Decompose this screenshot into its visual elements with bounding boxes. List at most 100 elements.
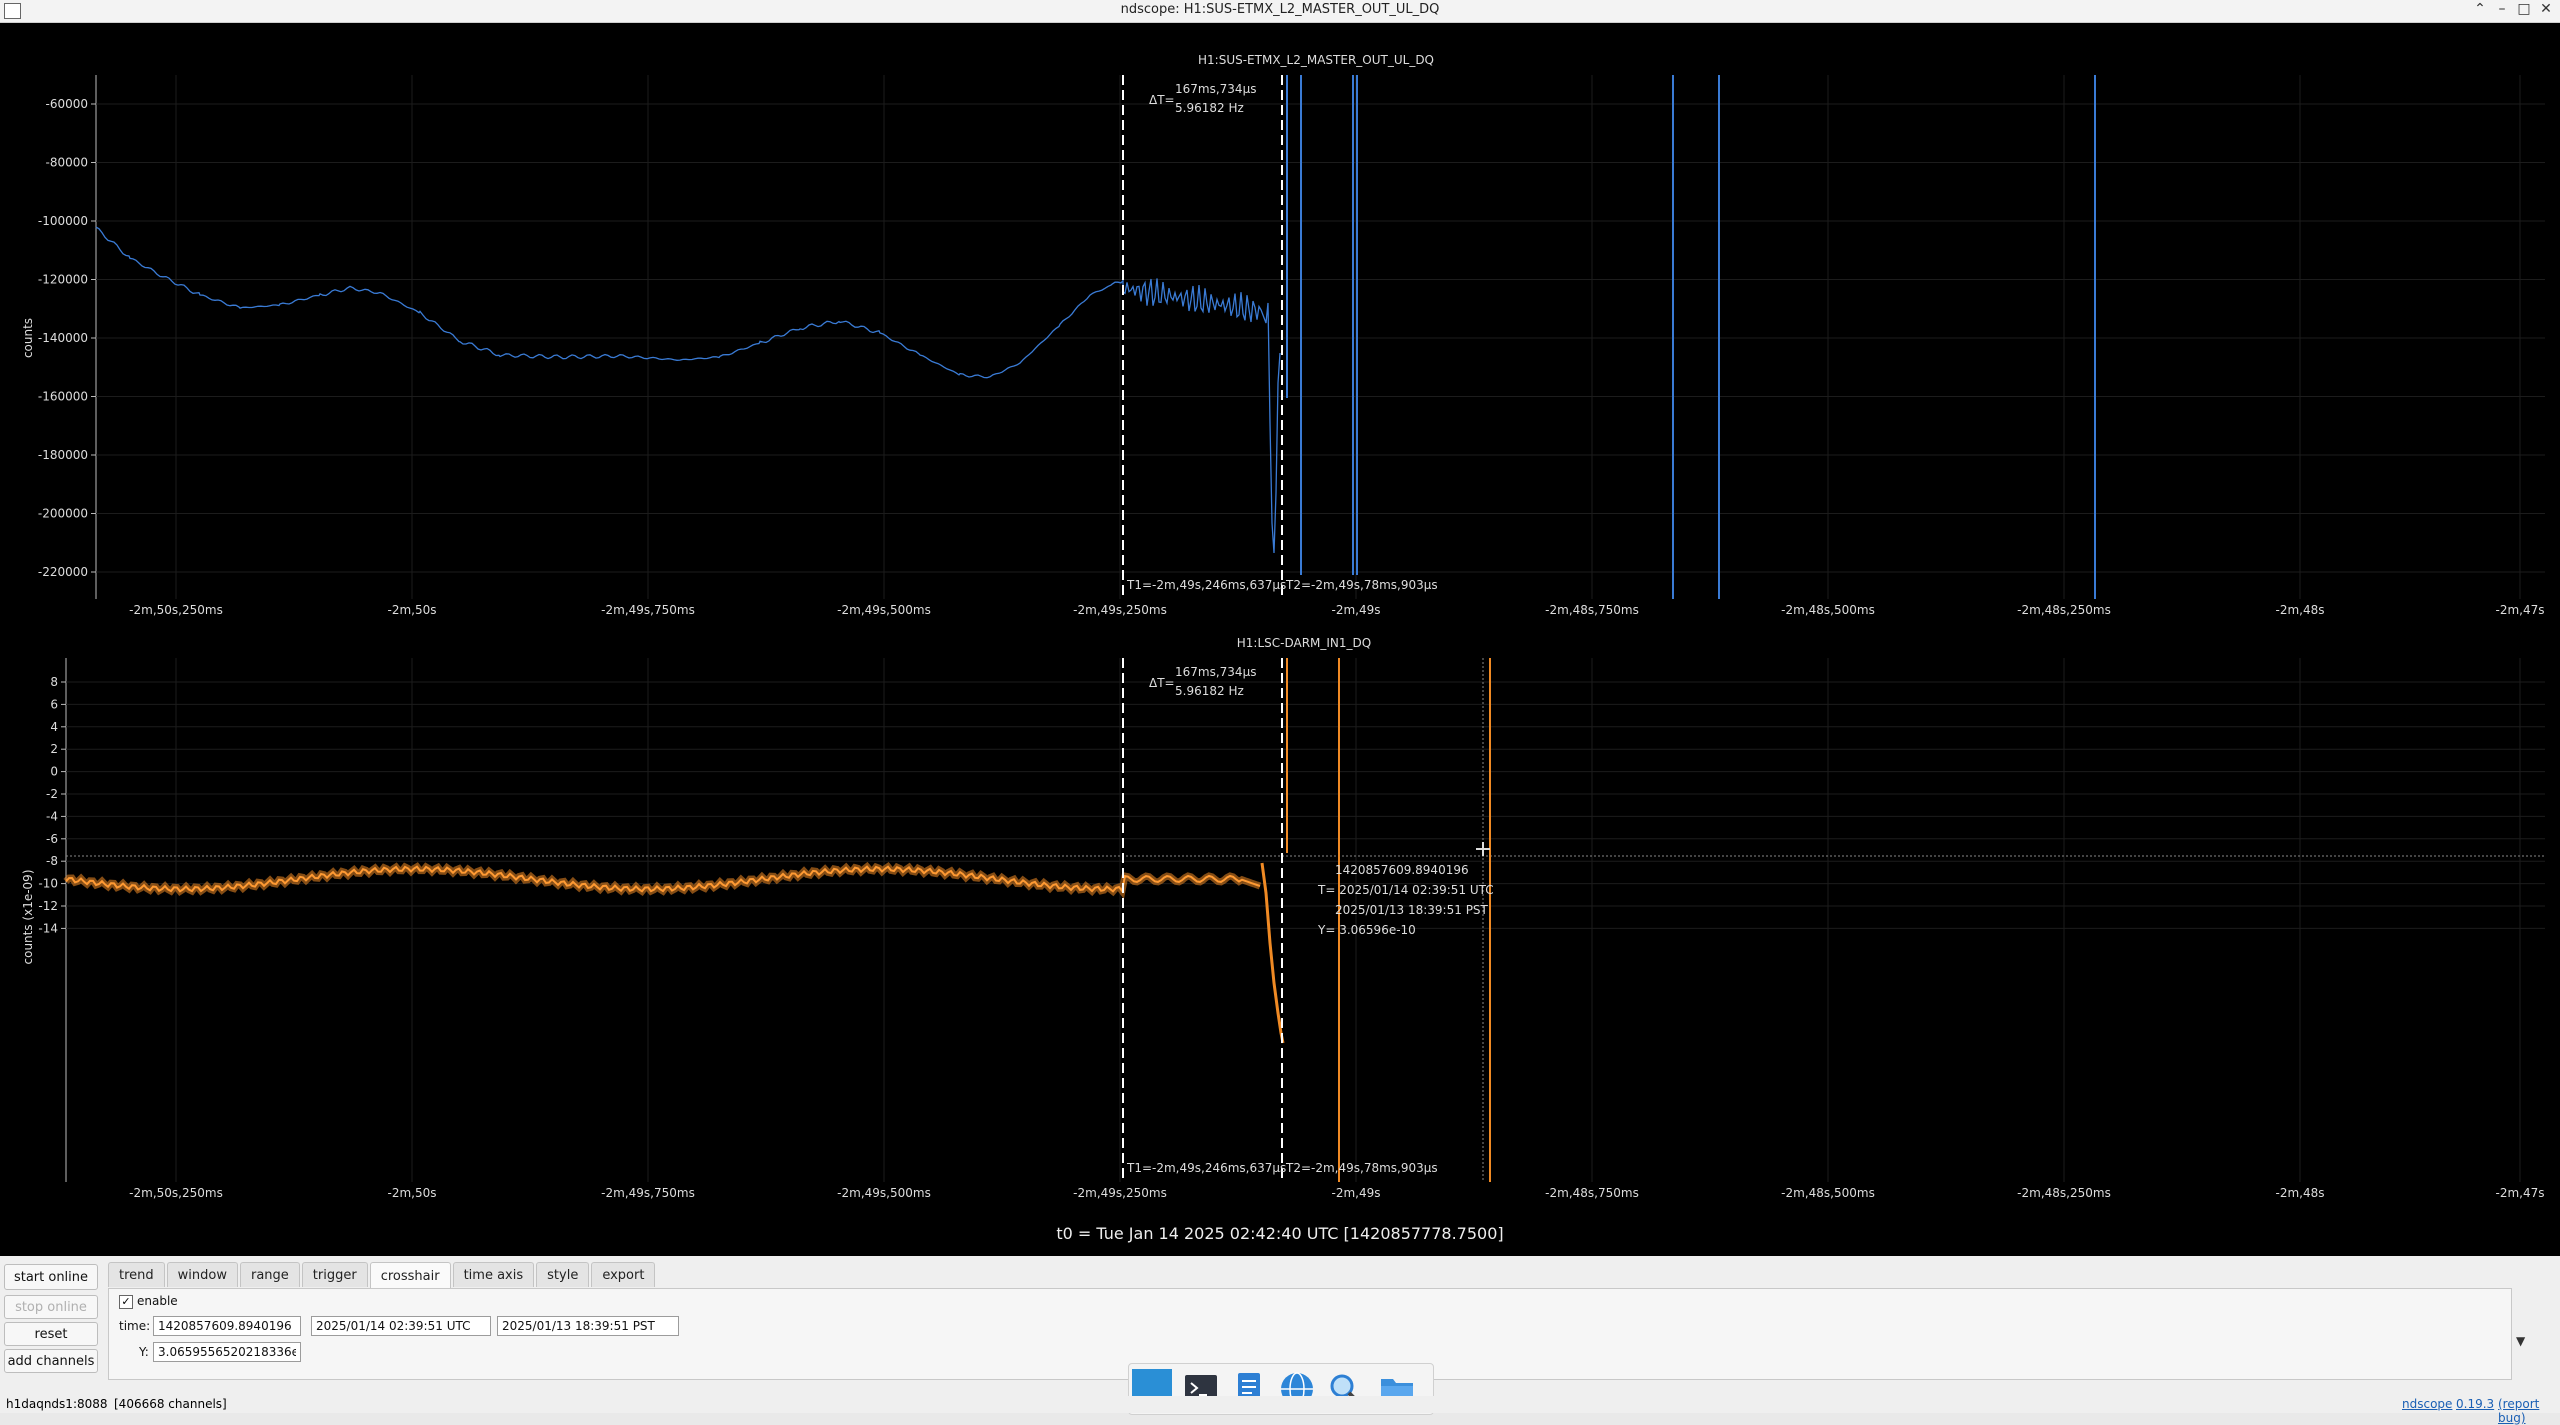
stop-online-label: stop online — [15, 1299, 87, 1315]
plot-1-t1-label: T1=-2m,49s,246ms,637µs — [1126, 578, 1286, 592]
report-bug-link[interactable]: (report bug) — [2498, 1397, 2560, 1425]
y-value-field[interactable] — [153, 1342, 301, 1362]
x-tick-label: -2m,47s — [2496, 603, 2545, 617]
tab-range[interactable]: range — [239, 1262, 300, 1287]
plot-area[interactable]: H1:SUS-ETMX_L2_MASTER_OUT_UL_DQ counts -… — [0, 23, 2560, 1256]
tab-trend-label: trend — [119, 1267, 154, 1283]
t0-label: t0 = Tue Jan 14 2025 02:42:40 UTC [14208… — [1056, 1224, 1503, 1243]
plot-1[interactable]: H1:SUS-ETMX_L2_MASTER_OUT_UL_DQ counts -… — [21, 53, 2545, 617]
crosshair-pst: 2025/01/13 18:39:51 PST — [1335, 903, 1489, 917]
tab-range-label: range — [250, 1267, 289, 1283]
plot-2-t2-label: T2=-2m,49s,78ms,903µs — [1285, 1161, 1438, 1175]
y-tick-label: 4 — [50, 720, 58, 734]
reset-button[interactable]: reset — [4, 1322, 98, 1346]
y-tick-label: -140000 — [38, 331, 88, 345]
y-tick-label: 8 — [50, 675, 58, 689]
y-tick-label: -160000 — [38, 390, 88, 404]
x-tick-label: -2m,49s — [1332, 603, 1381, 617]
y-label: Y: — [139, 1345, 149, 1359]
plot-1-spikes — [1286, 75, 2096, 599]
plot-1-title: H1:SUS-ETMX_L2_MASTER_OUT_UL_DQ — [1198, 53, 1434, 67]
y-tick-label: -8 — [46, 854, 58, 868]
plot-2-delta-freq: 5.96182 Hz — [1175, 684, 1244, 698]
add-channels-label: add channels — [7, 1353, 95, 1369]
plot-2[interactable]: H1:LSC-DARM_IN1_DQ counts (x1e-09) 8 6 4 20… — [21, 636, 2545, 1200]
status-bar: h1daqnds1:8088 [406668 channels] ndscope… — [0, 1396, 2560, 1425]
x-tick-label: -2m,50s — [388, 603, 437, 617]
x-tick-label: -2m,49s,250ms — [1073, 603, 1167, 617]
server-label: h1daqnds1:8088 — [6, 1397, 108, 1411]
minimize-button[interactable]: – — [2492, 1, 2512, 17]
tab-time-axis-label: time axis — [463, 1267, 524, 1283]
x-tick-label: -2m,48s,250ms — [2017, 1186, 2111, 1200]
plots-canvas[interactable]: H1:SUS-ETMX_L2_MASTER_OUT_UL_DQ counts -… — [0, 23, 2560, 1256]
plot-2-title: H1:LSC-DARM_IN1_DQ — [1237, 636, 1371, 650]
utc-time-field[interactable] — [311, 1316, 491, 1336]
y-tick-label: 6 — [50, 697, 58, 711]
x-tick-label: -2m,49s,250ms — [1073, 1186, 1167, 1200]
plot-1-delta-label: ΔT= — [1149, 93, 1175, 107]
channel-count: [406668 channels] — [114, 1397, 227, 1411]
x-tick-label: -2m,48s — [2276, 603, 2325, 617]
tab-bar: trend window range trigger crosshair tim… — [108, 1262, 657, 1289]
y-tick-label: -100000 — [38, 214, 88, 228]
tab-style-label: style — [547, 1267, 579, 1283]
x-tick-label: -2m,47s — [2496, 1186, 2545, 1200]
tab-crosshair[interactable]: crosshair — [369, 1262, 451, 1289]
tab-window-label: window — [177, 1267, 227, 1283]
crosshair-marker-icon[interactable] — [1476, 842, 1490, 856]
plot-2-drop — [1260, 862, 1285, 1044]
plot-2-t1-label: T1=-2m,49s,246ms,637µs — [1126, 1161, 1286, 1175]
y-tick-label: -200000 — [38, 507, 88, 521]
plot-2-delta-time: 167ms,734µs — [1175, 665, 1256, 679]
time-label: time: — [119, 1319, 151, 1333]
y-tick-label: -14 — [38, 921, 58, 935]
tab-trigger-label: trigger — [312, 1267, 357, 1283]
y-tick-label: -6 — [46, 832, 58, 846]
tab-crosshair-label: crosshair — [380, 1268, 440, 1284]
x-tick-label: -2m,49s — [1332, 1186, 1381, 1200]
pst-time-field[interactable] — [497, 1316, 679, 1336]
x-tick-label: -2m,49s,750ms — [601, 603, 695, 617]
tab-trigger[interactable]: trigger — [301, 1262, 368, 1287]
plot-1-delta-time: 167ms,734µs — [1175, 82, 1256, 96]
plot-2-yticks: 8 6 4 2 0 -2 -4 -6 -8 -10 -12 -14 — [38, 675, 2545, 935]
y-tick-label: -12 — [38, 899, 58, 913]
keep-above-icon[interactable]: ⌃ — [2470, 1, 2490, 17]
tab-trend[interactable]: trend — [108, 1262, 165, 1287]
y-tick-label: -120000 — [38, 273, 88, 287]
y-tick-label: -80000 — [45, 156, 88, 170]
maximize-button[interactable]: □ — [2514, 1, 2534, 17]
reset-label: reset — [34, 1326, 68, 1342]
x-tick-label: -2m,48s,250ms — [2017, 603, 2111, 617]
plot-1-delta-freq: 5.96182 Hz — [1175, 101, 1244, 115]
tab-window[interactable]: window — [166, 1262, 238, 1287]
start-online-button[interactable]: start online — [4, 1264, 98, 1290]
tab-style[interactable]: style — [536, 1262, 590, 1287]
x-tick-label: -2m,49s,750ms — [601, 1186, 695, 1200]
x-tick-label: -2m,49s,500ms — [837, 1186, 931, 1200]
gps-time-field[interactable] — [153, 1316, 301, 1336]
start-online-label: start online — [13, 1269, 89, 1285]
y-tick-label: -220000 — [38, 565, 88, 579]
close-button[interactable]: ✕ — [2536, 1, 2556, 17]
plot-1-t2-label: T2=-2m,49s,78ms,903µs — [1285, 578, 1438, 592]
x-tick-label: -2m,48s,750ms — [1545, 603, 1639, 617]
version-link[interactable]: 0.19.3 — [2456, 1397, 2494, 1411]
plot-2-delta-label: ΔT= — [1149, 676, 1175, 690]
crosshair-y: Y= 3.06596e-10 — [1317, 923, 1416, 937]
enable-label: enable — [137, 1294, 178, 1308]
x-tick-label: -2m,48s,750ms — [1545, 1186, 1639, 1200]
x-tick-label: -2m,48s — [2276, 1186, 2325, 1200]
x-tick-label: -2m,48s,500ms — [1781, 603, 1875, 617]
y-tick-label: -180000 — [38, 448, 88, 462]
tab-time-axis[interactable]: time axis — [452, 1262, 535, 1287]
add-channels-button[interactable]: add channels — [4, 1349, 98, 1373]
ndscope-link[interactable]: ndscope — [2402, 1397, 2452, 1411]
tab-export[interactable]: export — [591, 1262, 656, 1287]
plot-2-ylabel: counts (x1e-09) — [21, 869, 35, 964]
stop-online-button: stop online — [4, 1295, 98, 1319]
enable-checkbox[interactable]: ✓ — [119, 1295, 133, 1309]
y-tick-label: -60000 — [45, 97, 88, 111]
collapse-arrow-icon[interactable]: ▼ — [2516, 1334, 2525, 1348]
